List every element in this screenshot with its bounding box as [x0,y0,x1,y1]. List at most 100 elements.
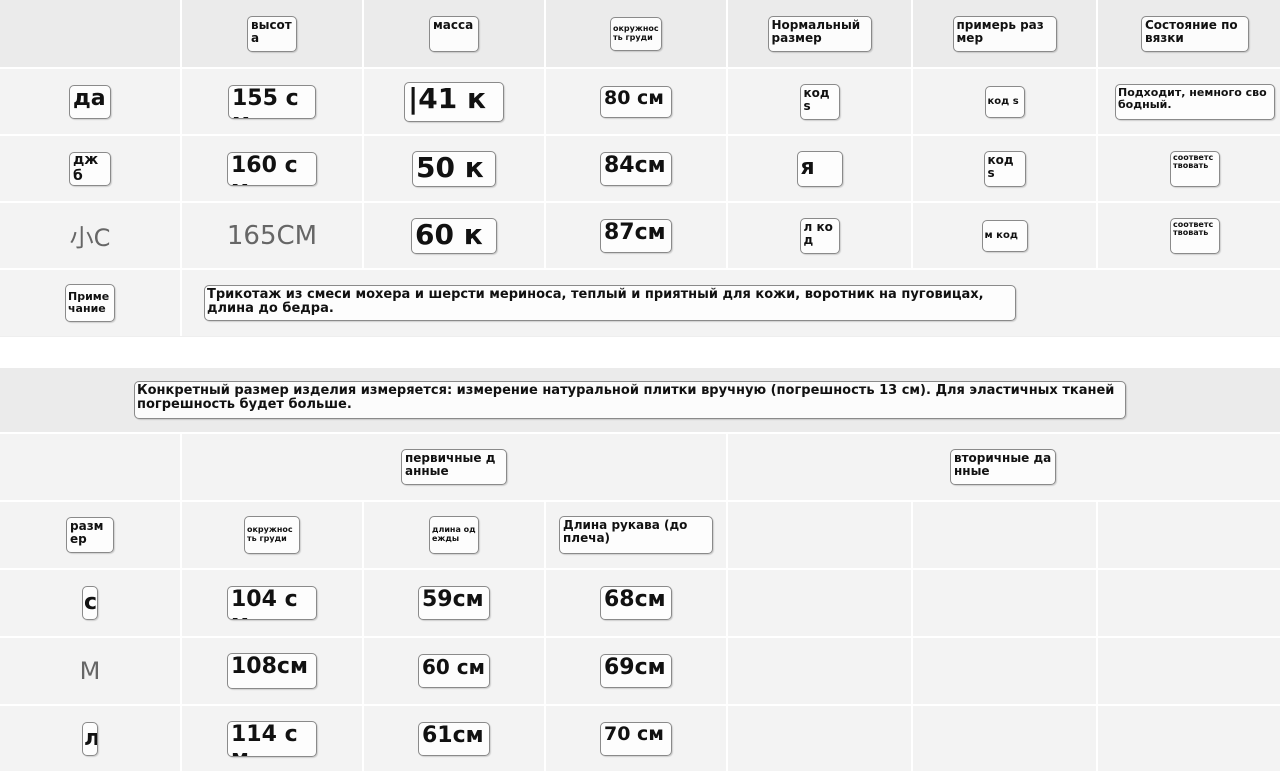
normal-size-value: я [796,150,843,187]
row-label-cell: джб [0,136,180,201]
row-label: джб [69,151,111,186]
chest-cell: 87см [546,203,726,268]
header-empty-cell [728,502,911,568]
try-size-value: код s [984,85,1025,118]
height-value: 160 см [227,151,317,186]
state-cell: соответствовать [1098,203,1280,268]
height-cell: 155 см [182,69,362,134]
size-label: M [79,657,101,685]
state-value: Подходит, немного свободный. [1115,83,1275,120]
length-cell: 60 см [364,638,544,704]
chest-value: 87см [600,218,672,253]
header-chest: окружность груди [244,516,300,554]
empty-cell [728,638,911,704]
chest-value: 80 см [600,85,672,118]
secondary-data-label: вторичные данные [950,449,1056,485]
empty-cell [728,570,911,636]
measure-note: Конкретный размер изделия измеряется: из… [134,381,1126,419]
try-size-cell: код s [913,136,1096,201]
empty-cell [913,570,1096,636]
header-normal-size: Нормальный размер [767,15,872,52]
mass-value: 50 кг [412,150,496,187]
sleeve-cell: 70 см [546,706,726,771]
sleeve-value: 69см [600,654,672,688]
mass-value: |41 кг [404,81,504,122]
header-sleeve: Длина рукава (до плеча) [559,516,713,554]
section-separator [0,336,1280,366]
header-height-cell: высота [182,0,362,67]
empty-cell [1098,570,1280,636]
size-label-cell: с [0,570,180,636]
state-value: соответствовать [1170,217,1220,254]
mass-cell: 50 кг [364,136,544,201]
chest-value: 108см [227,653,317,689]
size-label-cell: M [0,638,180,704]
empty-cell [1098,638,1280,704]
header-empty-cell [913,502,1096,568]
sleeve-value: 70 см [600,722,672,756]
sleeve-value: 68см [600,586,672,620]
row-label: 小C [69,224,111,252]
length-value: 60 см [418,654,490,688]
note-label-cell: Примечание [0,270,180,336]
normal-size-cell: я [728,136,911,201]
header-length: длина одежды [429,516,479,554]
header-normal-size-cell: Нормальный размер [728,0,911,67]
header-height: высота [247,15,297,52]
mass-cell: |41 кг [364,69,544,134]
sleeve-cell: 69см [546,638,726,704]
primary-data-cell: первичные данные [182,434,726,500]
size-label: с [82,586,98,620]
chest-value: 84см [600,151,672,186]
row-label: да [69,84,111,119]
header-size: размер [66,517,114,553]
normal-size-cell: л код [728,203,911,268]
header-state-cell: Состояние повязки [1098,0,1280,67]
secondary-data-cell: вторичные данные [728,434,1280,500]
try-size-cell: код s [913,69,1096,134]
group-empty-cell [0,434,180,500]
length-cell: 59см [364,570,544,636]
header-chest-cell: окружность груди [546,0,726,67]
empty-cell [1098,706,1280,771]
size-table: высота масса окружность груди Нормальный… [0,0,1280,336]
try-size-value: код s [983,150,1026,187]
chest-cell: 114 см [182,706,362,771]
measure-note-cell: Конкретный размер изделия измеряется: из… [0,368,1280,432]
row-label-cell: 小C [0,203,180,268]
empty-cell [728,706,911,771]
header-size-cell: размер [0,502,180,568]
header-chest: окружность груди [610,16,662,51]
primary-data-label: первичные данные [401,449,507,485]
state-value: соответствовать [1170,150,1220,187]
empty-cell [913,706,1096,771]
measurement-table: Конкретный размер изделия измеряется: из… [0,368,1280,771]
empty-cell [913,638,1096,704]
header-empty-cell [1098,502,1280,568]
chest-cell: 108см [182,638,362,704]
mass-value: 60 кг [411,217,497,254]
length-cell: 61см [364,706,544,771]
header-sleeve-cell: Длина рукава (до плеча) [546,502,726,568]
chest-cell: 104 см [182,570,362,636]
size-label: л [82,722,98,756]
chest-cell: 80 см [546,69,726,134]
header-chest-cell: окружность груди [182,502,362,568]
height-cell: 165CM [182,203,362,268]
height-value: 165CM [226,220,318,251]
header-mass: масса [429,15,479,52]
chest-value: 114 см [227,721,317,757]
state-cell: соответствовать [1098,136,1280,201]
height-value: 155 см [228,84,316,119]
size-label-cell: л [0,706,180,771]
row-label-cell: да [0,69,180,134]
header-state: Состояние повязки [1141,15,1249,52]
normal-size-cell: код s [728,69,911,134]
header-try-size: примерь размер [952,15,1057,52]
header-length-cell: длина одежды [364,502,544,568]
header-empty-cell [0,0,180,67]
note-label: Примечание [65,284,115,322]
length-value: 59см [418,586,490,620]
header-mass-cell: масса [364,0,544,67]
normal-size-value: л код [799,217,840,254]
